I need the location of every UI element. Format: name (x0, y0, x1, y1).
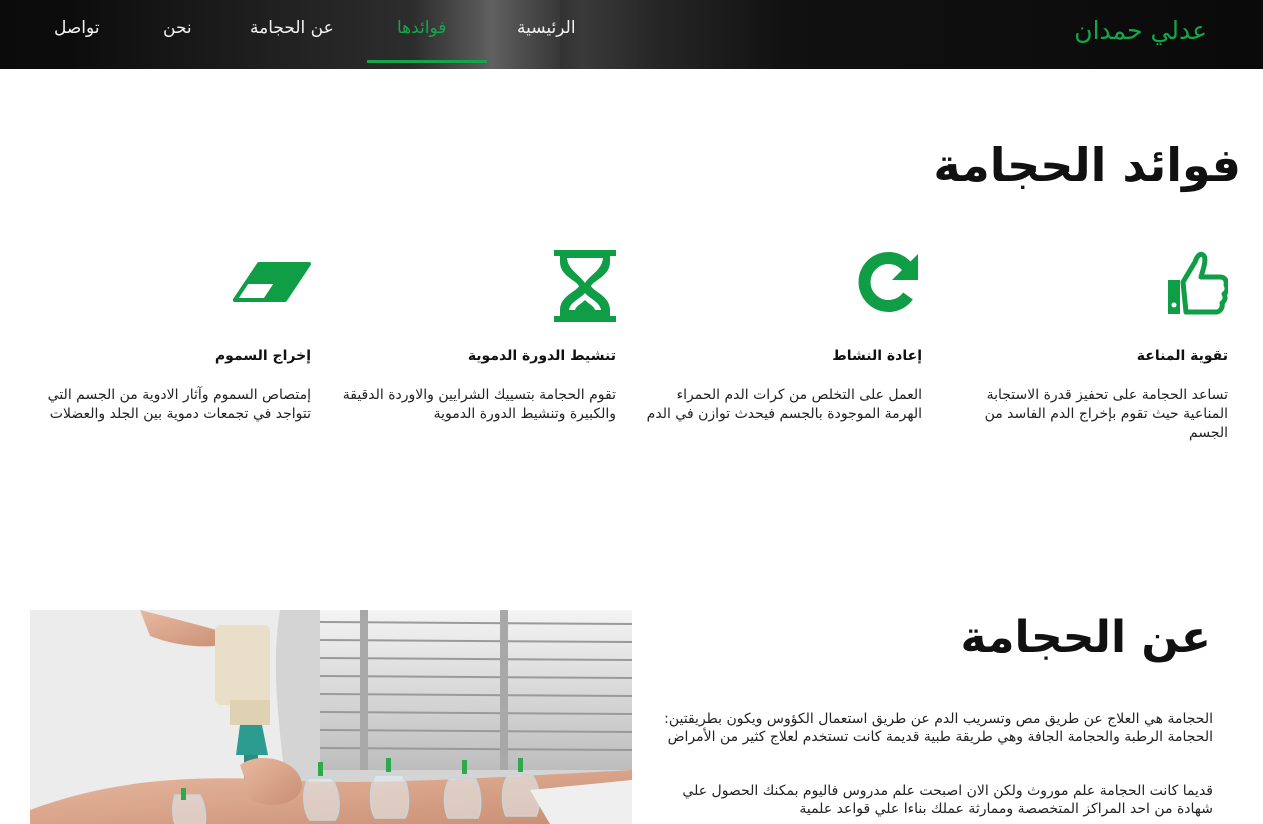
active-nav-indicator (367, 60, 487, 63)
benefit-title: إخراج السموم (214, 348, 311, 364)
eraser-icon (35, 250, 311, 326)
hourglass-icon (340, 250, 616, 326)
benefit-card-activity: إعادة النشاط العمل على التخلص من كرات ال… (646, 250, 922, 424)
nav-item-home[interactable]: الرئيسية (517, 18, 576, 38)
benefit-card-detox: إخراج السموم إمتصاص السموم وآثار الادوية… (35, 250, 311, 424)
nav-item-contact[interactable]: تواصل (54, 18, 100, 38)
about-paragraph: قديما كانت الحجامة علم موروث ولكن الان ا… (682, 783, 1213, 817)
benefit-text: تقوم الحجامة بتسييك الشرايين والاوردة ال… (342, 387, 616, 422)
nav-item-us[interactable]: نحن (163, 18, 192, 38)
top-navbar: عدلي حمدان الرئيسية فوائدها عن الحجامة ن… (0, 0, 1263, 69)
hijama-cupping-photo (30, 610, 632, 824)
nav-item-benefits[interactable]: فوائدها (397, 18, 446, 38)
about-title: عن الحجامة (960, 612, 1211, 663)
benefit-text: إمتصاص السموم وآثار الادوية من الجسم الت… (47, 387, 311, 422)
refresh-icon (646, 250, 922, 326)
benefit-card-circulation: تنشيط الدورة الدموية تقوم الحجامة بتسييك… (340, 250, 616, 424)
benefit-title: إعادة النشاط (832, 348, 922, 364)
nav-item-about-hijama[interactable]: عن الحجامة (250, 18, 334, 38)
benefit-title: تقوية المناعة (1136, 348, 1228, 364)
benefit-text: تساعد الحجامة على تحفيز قدرة الاستجابة ا… (984, 387, 1228, 441)
brand-logo[interactable]: عدلي حمدان (1074, 16, 1207, 45)
about-paragraph: الحجامة هي العلاج عن طريق مص وتسريب الدم… (664, 711, 1213, 745)
thumbs-up-icon (952, 250, 1228, 326)
benefit-title: تنشيط الدورة الدموية (467, 348, 616, 364)
benefit-card-immunity: تقوية المناعة تساعد الحجامة على تحفيز قد… (952, 250, 1228, 443)
benefits-title: فوائد الحجامة (933, 138, 1241, 192)
benefit-text: العمل على التخلص من كرات الدم الحمراء ال… (646, 387, 922, 422)
